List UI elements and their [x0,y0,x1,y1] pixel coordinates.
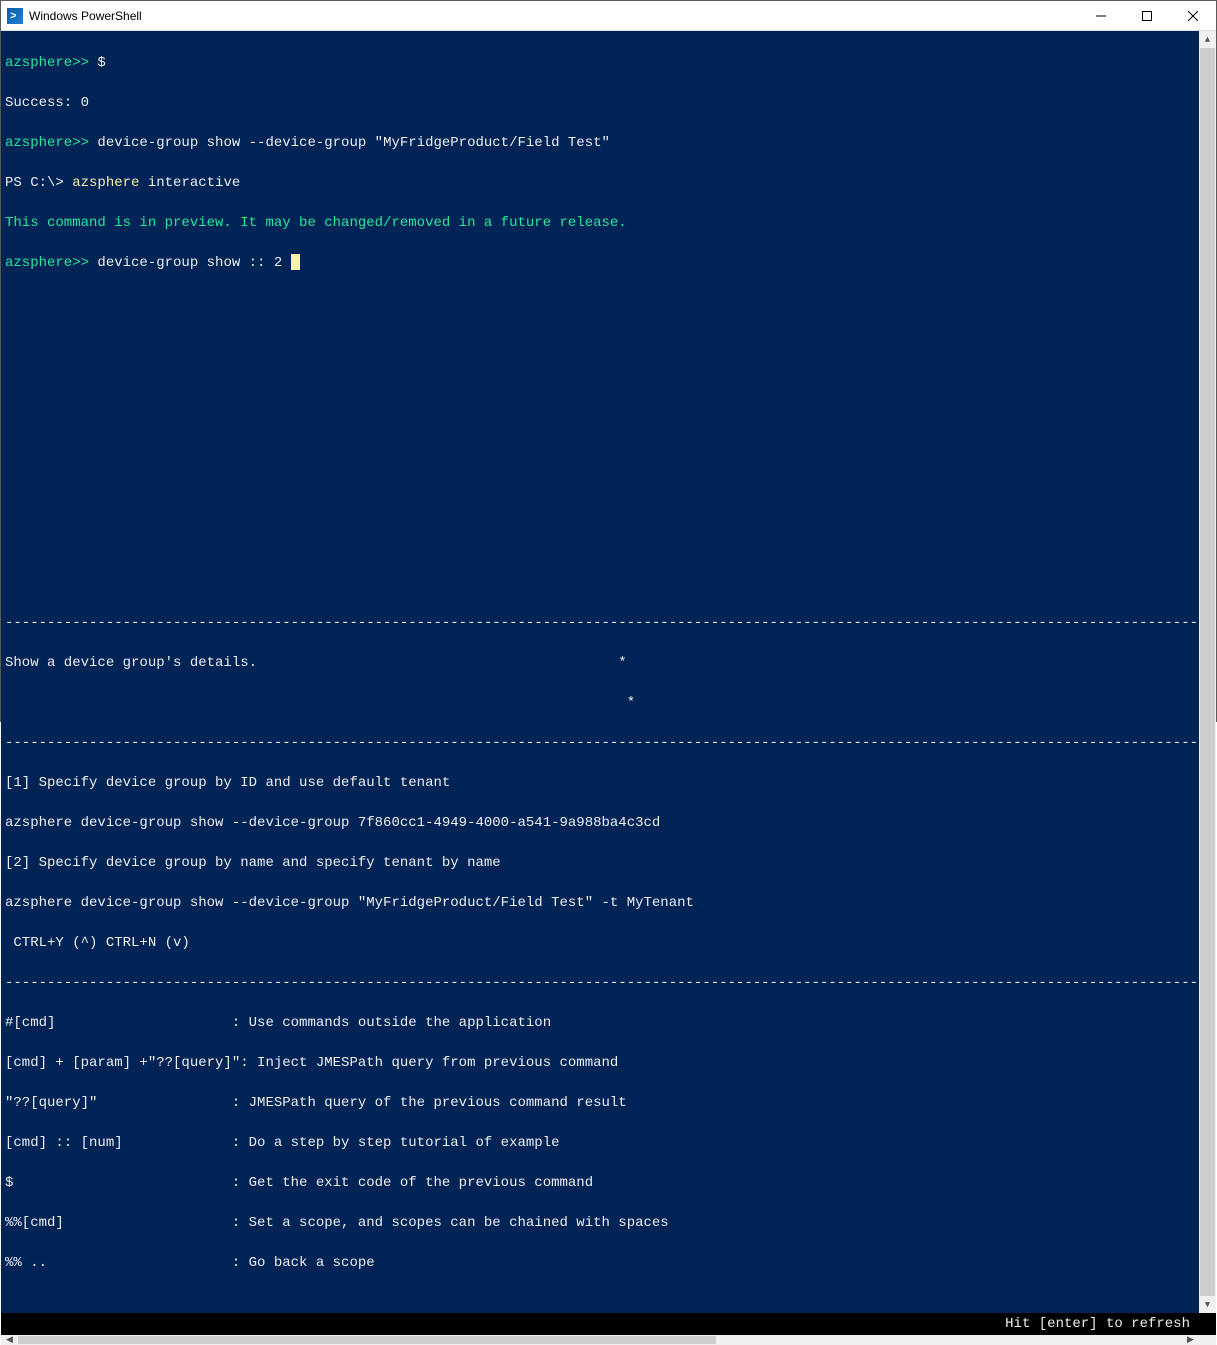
scroll-track[interactable] [18,1335,1182,1345]
current-input: device-group show :: 2 [89,255,291,271]
divider: ----------------------------------------… [5,613,1212,633]
preview-warning: This command is in preview. It may be ch… [5,213,1212,233]
divider: ----------------------------------------… [5,733,1212,753]
help-line: #[cmd] : Use commands outside the applic… [5,1013,1212,1033]
example-header: [2] Specify device group by name and spe… [5,853,1212,873]
scroll-up-arrow-icon[interactable]: ▲ [1199,31,1216,48]
help-line: "??[query]" : JMESPath query of the prev… [5,1093,1212,1113]
nav-hint: CTRL+Y (^) CTRL+N (v) [5,933,1212,953]
example-command: azsphere device-group show --device-grou… [5,813,1212,833]
command-text: interactive [148,175,240,191]
scroll-left-arrow-icon[interactable]: ◀ [1,1335,18,1345]
horizontal-scrollbar[interactable]: ◀ ▶ [1,1335,1216,1345]
help-line: %%[cmd] : Set a scope, and scopes can be… [5,1213,1212,1233]
prompt: azsphere>> [5,255,89,271]
window-controls [1078,1,1216,31]
help-line: [cmd] + [param] +"??[query]": Inject JME… [5,1053,1212,1073]
description-line: Show a device group's details. * [5,653,1212,673]
scroll-corner [1199,1335,1216,1345]
scroll-track[interactable] [1199,48,1216,1296]
example-header: [1] Specify device group by ID and use d… [5,773,1212,793]
scroll-down-arrow-icon[interactable]: ▼ [1199,1296,1216,1313]
status-bar: Hit [enter] to refresh [1,1313,1216,1335]
description-line: * [5,693,1212,713]
titlebar[interactable]: Windows PowerShell [1,1,1216,31]
close-button[interactable] [1170,1,1216,31]
scroll-right-arrow-icon[interactable]: ▶ [1182,1335,1199,1345]
ps-prompt: PS C:\> [5,175,72,191]
terminal-area: azsphere>> $ Success: 0 azsphere>> devic… [1,31,1216,1335]
title-left: Windows PowerShell [7,8,142,24]
vertical-scrollbar[interactable]: ▲ ▼ [1199,31,1216,1313]
prompt: azsphere>> [5,55,89,71]
maximize-button[interactable] [1124,1,1170,31]
command-text: $ [89,55,106,71]
powershell-window: Windows PowerShell azsphere>> $ Success:… [0,0,1217,722]
window-title: Windows PowerShell [29,9,142,23]
command-text: device-group show --device-group "MyFrid… [89,135,610,151]
example-command: azsphere device-group show --device-grou… [5,893,1212,913]
scroll-thumb[interactable] [1200,48,1215,1296]
refresh-hint: Hit [enter] to refresh [1005,1316,1190,1332]
scroll-thumb[interactable] [18,1336,716,1344]
cursor [291,254,300,270]
command-highlight: azsphere [72,175,148,191]
powershell-icon [7,8,23,24]
terminal-output[interactable]: azsphere>> $ Success: 0 azsphere>> devic… [1,31,1216,1313]
help-line: %% .. : Go back a scope [5,1253,1212,1273]
output-line: Success: 0 [5,93,1212,113]
divider: ----------------------------------------… [5,973,1212,993]
help-line: [cmd] :: [num] : Do a step by step tutor… [5,1133,1212,1153]
help-line: $ : Get the exit code of the previous co… [5,1173,1212,1193]
prompt: azsphere>> [5,135,89,151]
minimize-button[interactable] [1078,1,1124,31]
